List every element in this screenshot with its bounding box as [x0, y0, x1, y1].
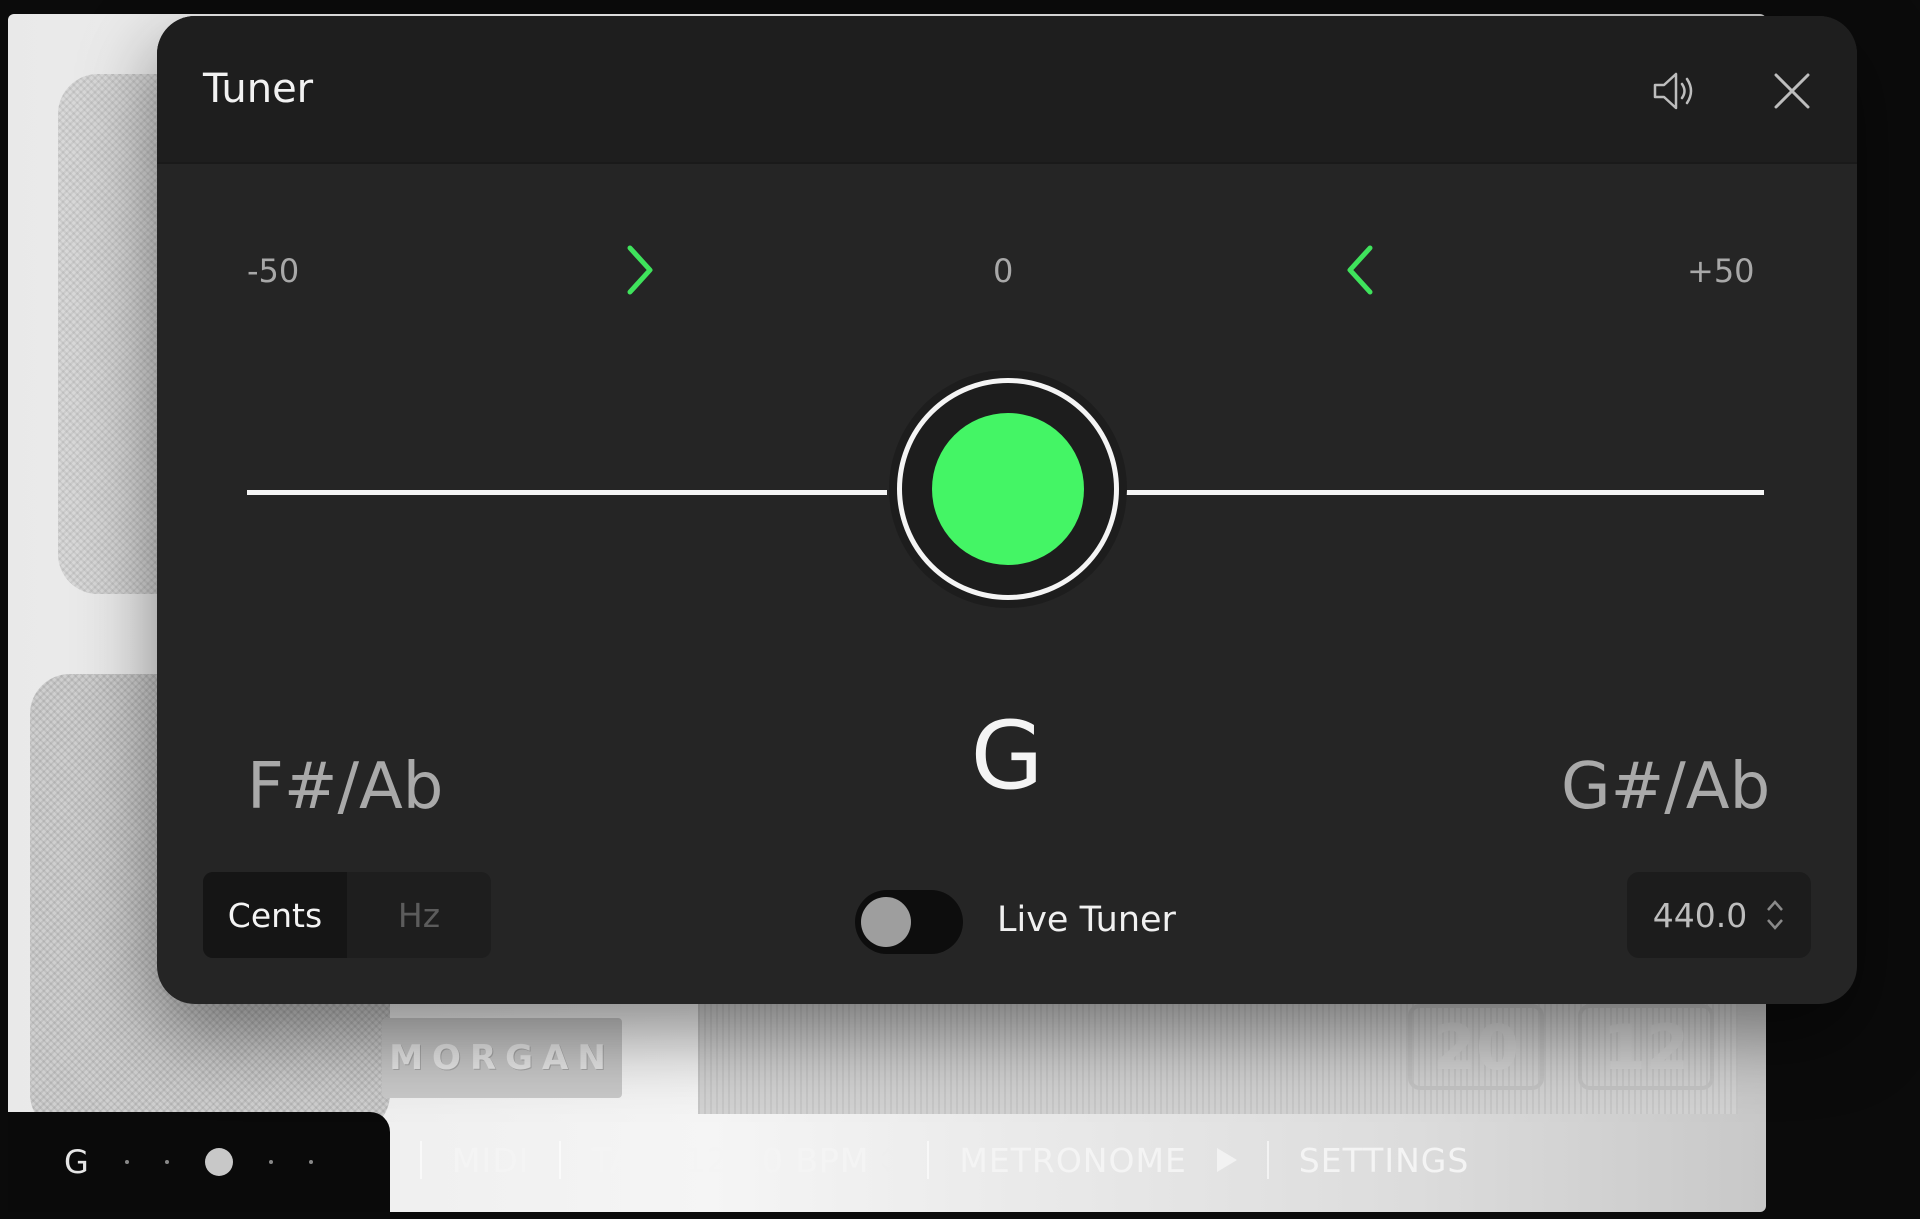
- dialog-header: Tuner: [157, 16, 1857, 164]
- mini-tuner-note: G: [64, 1143, 89, 1181]
- mini-tuner-dot: [268, 1160, 273, 1164]
- toolbar-divider: [927, 1141, 930, 1179]
- tap-button[interactable]: TAP: [591, 1141, 654, 1180]
- switch-knob: [861, 897, 911, 947]
- hz-option[interactable]: Hz: [347, 872, 491, 958]
- live-tuner-switch[interactable]: [855, 890, 963, 954]
- reference-pitch-value[interactable]: 440.0: [1653, 896, 1747, 935]
- stepper-icon[interactable]: [1765, 896, 1785, 934]
- play-icon[interactable]: [1216, 1148, 1237, 1172]
- current-note: G: [970, 702, 1044, 811]
- bottom-toolbar: MIDI TAP 120.0 BPM METRONOME SETTINGS: [390, 1108, 1796, 1212]
- tuner-track: [247, 490, 887, 495]
- midi-button[interactable]: MIDI: [452, 1141, 529, 1180]
- metronome-button[interactable]: METRONOME: [959, 1141, 1186, 1180]
- pitch-indicator: [932, 413, 1084, 565]
- scale-center-label: 0: [993, 252, 1014, 290]
- live-tuner-label: Live Tuner: [997, 900, 1176, 940]
- bpm-value[interactable]: 120.0 BPM: [684, 1141, 869, 1180]
- toolbar-divider: [420, 1141, 422, 1179]
- chevron-right-icon: [620, 240, 660, 300]
- mini-tuner-dot: [308, 1160, 313, 1164]
- mini-tuner-dot: [124, 1160, 129, 1164]
- toolbar-divider: [1266, 1141, 1269, 1179]
- speaker-icon[interactable]: [1649, 66, 1699, 116]
- tuner-dialog: Tuner -50 0 +50 F#/Ab G G#/Ab Cents Hz L…: [157, 16, 1857, 1004]
- mini-tuner-indicator: [204, 1148, 233, 1176]
- cents-option[interactable]: Cents: [203, 872, 347, 958]
- scale-min-label: -50: [247, 252, 300, 290]
- unit-toggle: Cents Hz: [203, 872, 491, 958]
- mini-tuner-dot: [164, 1160, 169, 1164]
- sharp-note-label: G#/Ab: [1561, 750, 1771, 824]
- tuner-track: [1120, 490, 1764, 495]
- scale-max-label: +50: [1687, 252, 1755, 290]
- amp-brand-plate: MORGAN: [382, 1018, 622, 1098]
- amp-number-badge: 20: [1408, 1004, 1544, 1090]
- toolbar-divider: [559, 1141, 562, 1179]
- chevron-left-icon: [1340, 240, 1380, 300]
- settings-button[interactable]: SETTINGS: [1299, 1141, 1469, 1180]
- dialog-title: Tuner: [203, 66, 314, 112]
- flat-note-label: F#/Ab: [247, 750, 444, 824]
- amp-number-badge: 12: [1578, 1004, 1714, 1090]
- mini-tuner[interactable]: G: [8, 1112, 390, 1212]
- bpm-control[interactable]: 120.0 BPM: [684, 1141, 897, 1180]
- reference-pitch-input[interactable]: 440.0: [1627, 872, 1811, 958]
- bpm-stepper-icon[interactable]: [879, 1145, 897, 1175]
- close-icon[interactable]: [1767, 66, 1817, 116]
